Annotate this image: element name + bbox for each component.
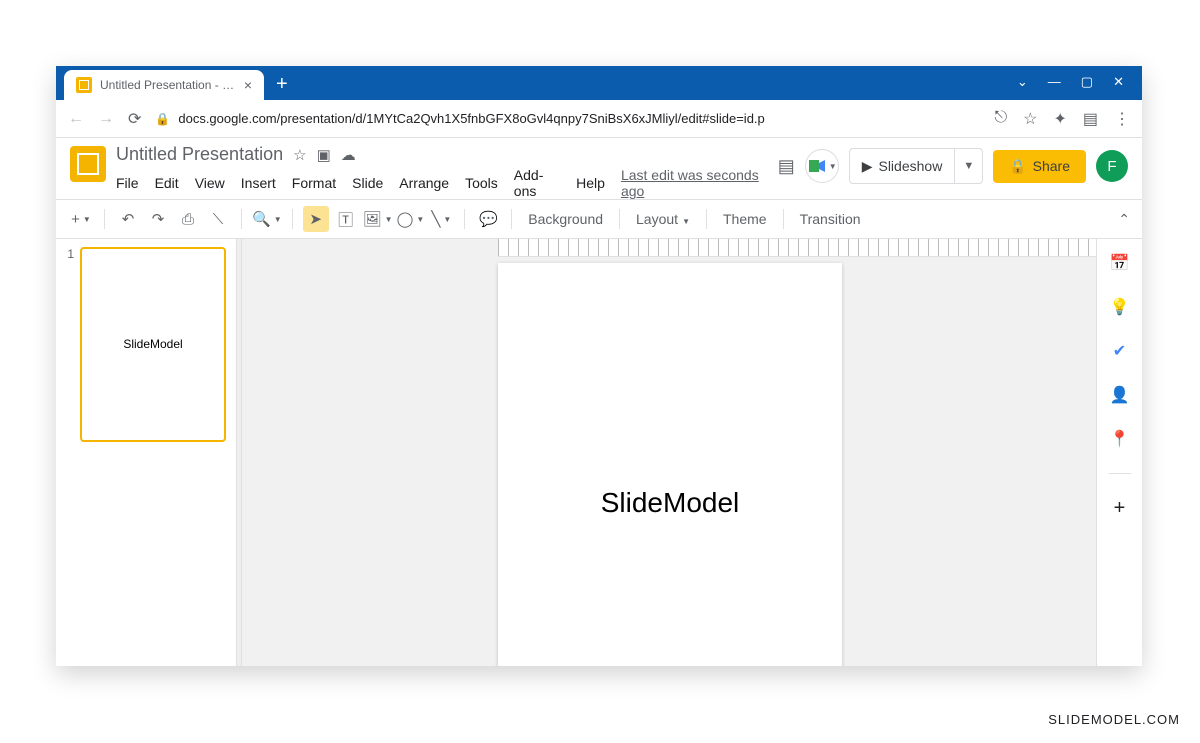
star-icon[interactable]: ☆ — [1023, 109, 1037, 129]
slideshow-label: Slideshow — [878, 158, 942, 174]
background-button[interactable]: Background — [522, 211, 609, 227]
tasks-icon[interactable]: ✔ — [1110, 341, 1130, 361]
slide-thumbnail[interactable]: SlideModel — [80, 247, 226, 442]
canvas-area[interactable]: SlideModel — [242, 239, 1096, 666]
contacts-icon[interactable]: 👤 — [1110, 385, 1130, 405]
app-header: Untitled Presentation ☆ ▣ ☁ File Edit Vi… — [56, 138, 1142, 199]
thumb-text: SlideModel — [123, 337, 182, 351]
maps-icon[interactable]: 📍 — [1110, 429, 1130, 449]
browser-window: Untitled Presentation - Google S × + ⌄ —… — [56, 66, 1142, 666]
account-avatar[interactable]: F — [1096, 150, 1128, 182]
close-tab-icon[interactable]: × — [244, 77, 252, 93]
more-icon[interactable]: ⋮ — [1114, 109, 1130, 129]
add-addon-icon[interactable]: + — [1110, 498, 1130, 518]
extensions-icon[interactable]: ✦ — [1053, 109, 1066, 129]
menu-bar: File Edit View Insert Format Slide Arran… — [116, 167, 768, 199]
menu-insert[interactable]: Insert — [241, 175, 276, 191]
url-field[interactable]: 🔒 docs.google.com/presentation/d/1MYtCa2… — [155, 111, 980, 126]
slide-canvas[interactable]: SlideModel — [498, 263, 842, 666]
avatar-initial: F — [1107, 158, 1116, 175]
shape-tool[interactable]: ◯ — [397, 206, 425, 232]
print-button[interactable]: ⎙ — [175, 206, 201, 232]
window-titlebar: Untitled Presentation - Google S × + ⌄ —… — [56, 66, 1142, 100]
lock-icon: 🔒 — [155, 112, 170, 126]
browser-tab[interactable]: Untitled Presentation - Google S × — [64, 70, 264, 100]
textbox-tool[interactable]: 🅃 — [333, 206, 359, 232]
chevron-down-icon[interactable]: ⌄ — [1017, 74, 1028, 90]
toolbar: + ↶ ↷ ⎙ ⟍ 🔍 ➤ 🅃 🖼 ◯ ╲ 💬 Background Layou… — [56, 199, 1142, 239]
menu-addons[interactable]: Add-ons — [514, 167, 560, 199]
slide-thumbnail-row[interactable]: 1 SlideModel — [60, 247, 232, 442]
url-text: docs.google.com/presentation/d/1MYtCa2Qv… — [178, 111, 764, 126]
undo-button[interactable]: ↶ — [115, 206, 141, 232]
url-bar: ← → ⟳ 🔒 docs.google.com/presentation/d/1… — [56, 100, 1142, 138]
side-panel-rail: 📅 💡 ✔ 👤 📍 + — [1096, 239, 1142, 666]
menu-tools[interactable]: Tools — [465, 175, 498, 191]
canvas-text: SlideModel — [601, 487, 740, 519]
keep-icon[interactable]: 💡 — [1110, 297, 1130, 317]
last-edit-link[interactable]: Last edit was seconds ago — [621, 167, 768, 199]
share-url-icon[interactable]: ⎋ — [994, 109, 1007, 129]
menu-format[interactable]: Format — [292, 175, 336, 191]
slideshow-dropdown[interactable]: ▼ — [955, 160, 982, 172]
collapse-toolbar-icon[interactable]: ⌃ — [1118, 211, 1130, 228]
slideshow-button[interactable]: ▶ Slideshow ▼ — [849, 148, 984, 184]
slide-number: 1 — [60, 247, 80, 442]
doc-title[interactable]: Untitled Presentation — [116, 144, 283, 165]
zoom-button[interactable]: 🔍 — [252, 206, 282, 232]
maximize-icon[interactable]: ▢ — [1081, 74, 1093, 90]
layout-button[interactable]: Layout — [630, 211, 696, 227]
star-outline-icon[interactable]: ☆ — [293, 146, 306, 164]
comment-button[interactable]: 💬 — [475, 206, 501, 232]
reload-icon[interactable]: ⟳ — [128, 109, 141, 129]
theme-button[interactable]: Theme — [717, 211, 773, 227]
menu-view[interactable]: View — [195, 175, 225, 191]
cloud-saved-icon[interactable]: ☁ — [341, 146, 356, 164]
close-window-icon[interactable]: ✕ — [1113, 74, 1124, 90]
line-tool[interactable]: ╲ — [428, 206, 454, 232]
new-tab-button[interactable]: + — [276, 73, 288, 96]
rail-separator — [1109, 473, 1131, 474]
meet-icon — [807, 156, 827, 176]
paint-format-button[interactable]: ⟍ — [205, 206, 231, 232]
watermark: SLIDEMODEL.COM — [1048, 712, 1180, 727]
meet-button[interactable]: ▼ — [805, 149, 839, 183]
new-slide-button[interactable]: + — [68, 206, 94, 232]
back-icon[interactable]: ← — [68, 110, 84, 128]
menu-arrange[interactable]: Arrange — [399, 175, 449, 191]
slides-favicon — [76, 77, 92, 93]
share-button[interactable]: 🔒 Share — [993, 150, 1086, 183]
move-folder-icon[interactable]: ▣ — [317, 146, 331, 164]
window-controls: ⌄ — ▢ ✕ — [1017, 74, 1142, 100]
lock-icon-small: 🔒 — [1009, 158, 1026, 175]
work-area: 1 SlideModel SlideModel 📅 💡 ✔ 👤 📍 + — [56, 239, 1142, 666]
menu-file[interactable]: File — [116, 175, 139, 191]
menu-help[interactable]: Help — [576, 175, 605, 191]
present-icon: ▶ — [862, 158, 873, 175]
reading-list-icon[interactable]: ▤ — [1083, 109, 1098, 129]
calendar-icon[interactable]: 📅 — [1110, 253, 1130, 273]
redo-button[interactable]: ↷ — [145, 206, 171, 232]
menu-slide[interactable]: Slide — [352, 175, 383, 191]
slides-logo[interactable] — [70, 146, 106, 182]
share-label: Share — [1033, 158, 1070, 174]
select-tool[interactable]: ➤ — [303, 206, 329, 232]
tab-title: Untitled Presentation - Google S — [100, 78, 238, 92]
forward-icon[interactable]: → — [98, 110, 114, 128]
horizontal-ruler — [498, 239, 1096, 257]
slide-panel: 1 SlideModel — [56, 239, 236, 666]
minimize-icon[interactable]: — — [1048, 74, 1061, 90]
comments-icon[interactable]: ▤ — [778, 156, 795, 177]
transition-button[interactable]: Transition — [794, 211, 867, 227]
menu-edit[interactable]: Edit — [155, 175, 179, 191]
image-tool[interactable]: 🖼 — [363, 206, 393, 232]
